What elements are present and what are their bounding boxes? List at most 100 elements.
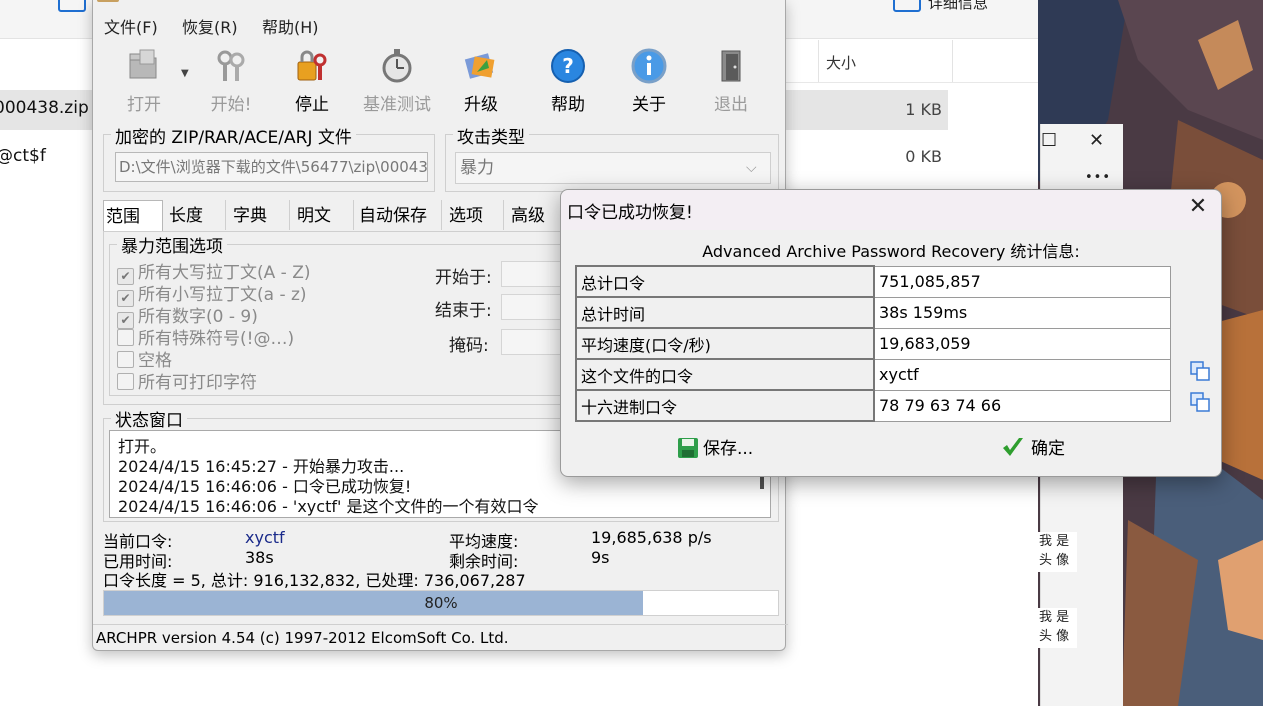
stat-key: 这个文件的口令	[575, 358, 875, 391]
about-button[interactable]: 关于	[613, 40, 685, 116]
menu-bar: 文件(F) 恢复(R) 帮助(H)	[93, 10, 785, 38]
stat-key: 总计口令	[575, 265, 875, 298]
start-from-input[interactable]	[501, 261, 563, 287]
stopwatch-icon	[382, 49, 412, 83]
svg-text:?: ?	[562, 54, 574, 78]
exit-button[interactable]: 退出	[695, 40, 767, 116]
details-pane-icon[interactable]	[893, 0, 921, 12]
restore-button[interactable]: ☐	[1041, 130, 1057, 151]
status-bar: ARCHPR version 4.54 (c) 1997-2012 ElcomS…	[93, 624, 788, 651]
password-recovered-dialog: 口令已成功恢复! ✕ Advanced Archive Password Rec…	[560, 189, 1222, 477]
dropdown-arrow-icon[interactable]: ▼	[181, 68, 189, 79]
remaining-value: 9s	[591, 548, 610, 567]
charset-digits-checkbox[interactable]: ✔ 所有数字(0 - 9)	[117, 302, 310, 329]
upgrade-button[interactable]: 升级	[445, 40, 517, 116]
lock-keys-icon	[297, 50, 327, 81]
toolbar-label: 开始!	[210, 95, 252, 115]
file-path-field[interactable]: D:\文件\浏览器下载的文件\56477\zip\000438.zip	[115, 152, 428, 182]
charset-space-checkbox[interactable]: 空格	[117, 346, 310, 371]
column-separator[interactable]	[818, 40, 819, 82]
toolbar-label: 退出	[714, 95, 748, 115]
tab-autosave[interactable]: 自动保存	[357, 200, 442, 230]
tab-plaintext[interactable]: 明文	[295, 200, 354, 230]
elapsed-value: 38s	[245, 548, 274, 567]
details-button[interactable]: 详细信息	[928, 0, 988, 13]
stat-value[interactable]: 751,085,857	[873, 265, 1171, 298]
file-size: 1 KB	[905, 100, 942, 119]
copy-icon[interactable]	[58, 0, 86, 12]
attack-type-select[interactable]: 暴力 ⌵	[455, 152, 771, 184]
stat-value[interactable]: 19,683,059	[873, 327, 1171, 360]
attack-type-value: 暴力	[460, 158, 494, 178]
checkbox-box	[117, 329, 134, 346]
app-icon	[97, 0, 119, 2]
benchmark-button[interactable]: 基准测试	[351, 40, 443, 116]
checkmark-icon	[1003, 438, 1023, 456]
menu-help[interactable]: 帮助(H)	[262, 14, 319, 38]
progress-bar: 80%	[103, 590, 779, 616]
info-icon	[631, 48, 667, 84]
ok-label: 确定	[1031, 439, 1065, 459]
file-name[interactable]: @ct$f	[0, 146, 46, 166]
charset-uppercase-checkbox[interactable]: ✔ 所有大写拉丁文(A - Z)	[117, 258, 310, 285]
tab-length[interactable]: 长度	[167, 200, 226, 230]
card-text: 我 是	[1039, 534, 1070, 549]
open-button[interactable]: 打开	[108, 40, 180, 116]
column-header-row	[786, 40, 1040, 83]
statistics-heading: Advanced Archive Password Recovery 统计信息:	[702, 242, 1080, 261]
statistics-table: 总计口令 751,085,857 总计时间 38s 159ms 平均速度(口令/…	[575, 265, 1171, 422]
open-folder-icon	[129, 49, 157, 79]
exit-door-icon	[721, 50, 741, 82]
start-button[interactable]: 开始!	[195, 40, 267, 116]
current-password-value: xyctf	[245, 528, 285, 547]
menu-recovery[interactable]: 恢复(R)	[182, 14, 238, 38]
stat-key: 平均速度(口令/秒)	[575, 327, 875, 360]
avatar-card[interactable]: 我 是 头 像	[1037, 608, 1077, 648]
help-button[interactable]: ? 帮助	[532, 40, 604, 116]
charset-lowercase-checkbox[interactable]: ✔ 所有小写拉丁文(a - z)	[117, 280, 310, 307]
table-row: 这个文件的口令 xyctf	[575, 358, 1171, 391]
end-at-input[interactable]	[501, 294, 563, 320]
ok-button[interactable]: 确定	[1001, 434, 1065, 459]
copy-hex-icon[interactable]	[1189, 391, 1211, 413]
hex-password-value[interactable]: 78 79 63 74 66	[873, 389, 1171, 422]
charset-special-checkbox[interactable]: 所有特殊符号(!@…)	[117, 324, 310, 349]
column-separator[interactable]	[952, 40, 953, 82]
save-button[interactable]: 保存...	[677, 434, 753, 459]
tab-options[interactable]: 选项	[447, 200, 504, 230]
stop-button[interactable]: 停止	[276, 40, 348, 116]
charset-list: ✔ 所有大写拉丁文(A - Z) ✔ 所有小写拉丁文(a - z) ✔ 所有数字(0 …	[117, 258, 310, 393]
log-line: 2024/4/15 16:46:06 - 'xyctf' 是这个文件的一个有效口…	[118, 497, 539, 516]
stat-value[interactable]: 38s 159ms	[873, 296, 1171, 329]
tab-dictionary[interactable]: 字典	[231, 200, 290, 230]
mask-input[interactable]	[501, 329, 563, 355]
more-options-icon[interactable]: •••	[1085, 170, 1111, 185]
checkbox-label: 所有可打印字符	[138, 373, 257, 393]
range-options-title: 暴力范围选项	[117, 232, 227, 257]
avatar-card[interactable]: 我 是 头 像	[1037, 532, 1077, 572]
toolbar: 打开 ▼ 开始! 停止 基准测试 升级 ? 帮助 关于 退出	[93, 40, 785, 116]
table-row: 十六进制口令 78 79 63 74 66	[575, 389, 1171, 422]
file-name[interactable]: 000438.zip	[0, 98, 89, 118]
close-icon[interactable]: ✕	[1183, 194, 1213, 219]
menu-file[interactable]: 文件(F)	[104, 14, 158, 38]
card-text: 头 像	[1039, 553, 1070, 568]
copy-password-icon[interactable]	[1189, 360, 1211, 382]
checkbox-box	[117, 351, 134, 368]
password-length-line: 口令长度 = 5, 总计: 916,132,832, 已处理: 736,067,…	[103, 571, 526, 590]
save-disk-icon	[678, 438, 698, 458]
avg-speed-value: 19,685,638 p/s	[591, 528, 712, 547]
table-row: 总计时间 38s 159ms	[575, 296, 1171, 329]
file-size: 0 KB	[905, 147, 942, 166]
keys-icon	[217, 50, 245, 81]
tab-advanced[interactable]: 高级	[509, 200, 559, 230]
toolbar-label: 基准测试	[363, 95, 431, 115]
save-label: 保存...	[703, 439, 754, 459]
stat-key: 十六进制口令	[575, 389, 875, 422]
column-header-size[interactable]: 大小	[826, 52, 856, 73]
charset-printable-checkbox[interactable]: 所有可打印字符	[117, 368, 310, 393]
progress-text: 80%	[424, 594, 458, 612]
recovered-password-value[interactable]: xyctf	[873, 358, 1171, 391]
tab-range[interactable]: 范围	[103, 200, 163, 231]
close-button[interactable]: ✕	[1089, 130, 1104, 151]
